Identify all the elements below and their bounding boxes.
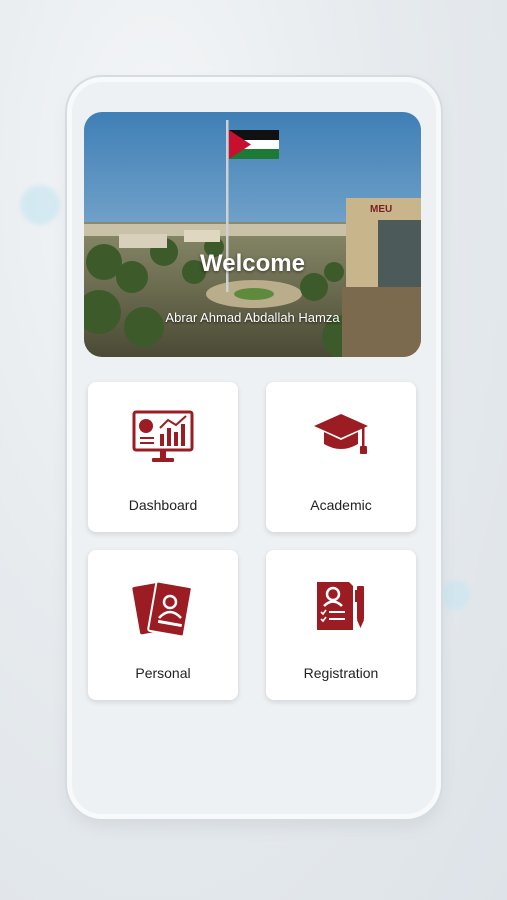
welcome-banner: MEU Welcome Abrar Ahmad Abdallah Hamza (84, 112, 421, 357)
dashboard-tile[interactable]: Dashboard (88, 382, 238, 532)
graduation-cap-icon (314, 414, 368, 454)
dashboard-label: Dashboard (128, 497, 198, 513)
phone-frame: MEU Welcome Abrar Ahmad Abdallah Hamza D… (72, 82, 436, 814)
dashboard-monitor-icon (132, 410, 194, 462)
building-sign: MEU (370, 204, 392, 215)
personal-profile-icon (132, 580, 193, 638)
academic-label: Academic (310, 497, 372, 513)
welcome-heading: Welcome (200, 250, 305, 277)
registration-tile[interactable]: Registration (266, 550, 416, 700)
personal-label: Personal (135, 665, 191, 681)
registration-label: Registration (303, 665, 379, 681)
personal-tile[interactable]: Personal (88, 550, 238, 700)
registration-form-icon (317, 582, 364, 630)
user-name: Abrar Ahmad Abdallah Hamza (165, 310, 340, 325)
academic-tile[interactable]: Academic (266, 382, 416, 532)
